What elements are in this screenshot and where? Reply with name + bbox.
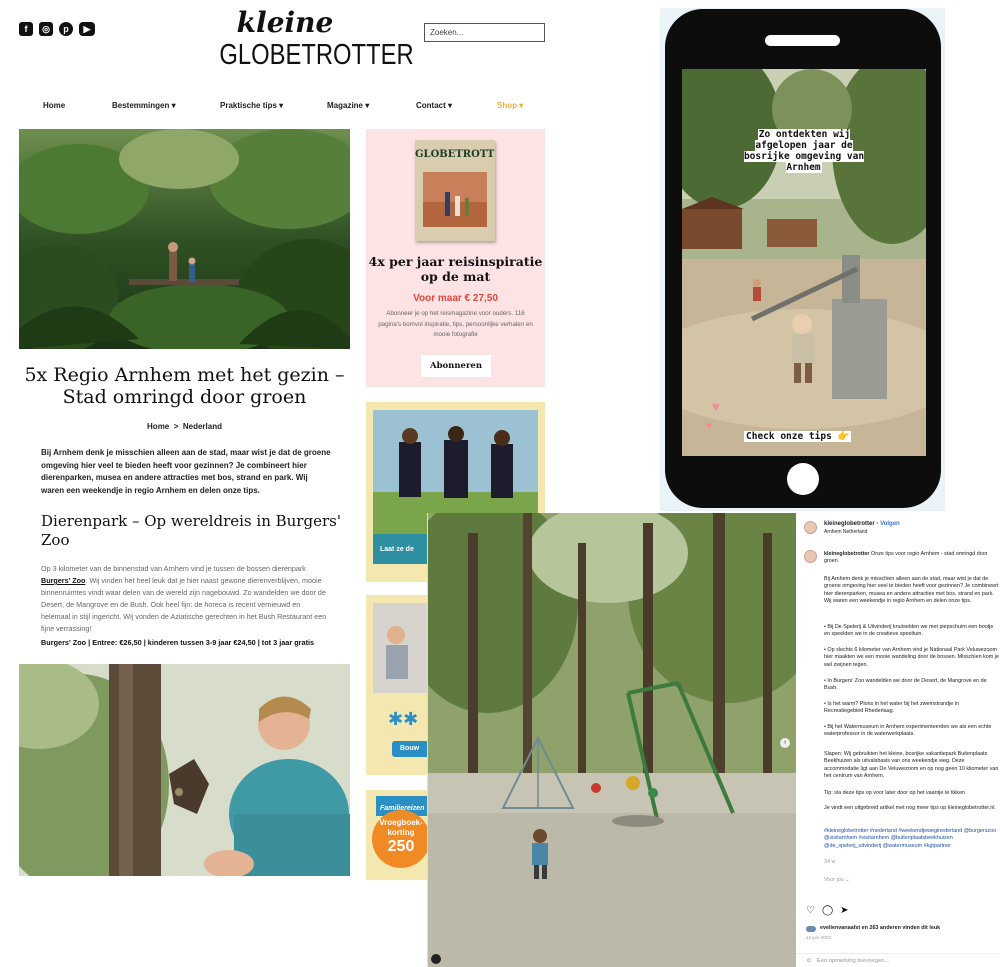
svg-text:♥: ♥	[712, 399, 720, 414]
comment-input[interactable]: ☺ Een opmerking toevoegen...	[796, 953, 1000, 967]
section-body: Op 3 kilometer van de binnenstad van Arn…	[41, 563, 331, 635]
comment-icon[interactable]: ◯	[822, 905, 833, 916]
phone-speaker	[765, 35, 840, 46]
logo-bottom: GLOBETROTTER	[219, 39, 414, 71]
liker-avatars	[806, 926, 816, 932]
caption-username[interactable]: kleineglobetrotter	[824, 551, 870, 557]
instagram-icon[interactable]: ◎	[39, 22, 53, 36]
social-icons: f ◎ p ▶	[19, 22, 95, 36]
nav-praktische-tips[interactable]: Praktische tips ▾	[220, 101, 283, 110]
phone-home-button[interactable]	[787, 463, 819, 495]
likes-count[interactable]: evelienvanaafst en 263 anderen vinden di…	[820, 925, 995, 932]
magazine-cover[interactable]: GLOBETROTTER	[415, 140, 495, 241]
hero-image-boy-butterfly	[19, 664, 350, 876]
share-icon[interactable]: ➤	[840, 905, 848, 916]
post-age: 34 w	[824, 859, 836, 865]
breadcrumb-current[interactable]: Nederland	[183, 422, 222, 431]
breadcrumb: Home > Nederland	[19, 422, 350, 431]
nav-shop[interactable]: Shop ▾	[497, 101, 523, 110]
nav-home[interactable]: Home	[43, 101, 65, 110]
caption-para1: Bij Arnhem denk je misschien alleen aan …	[824, 576, 999, 605]
caption-tip2: • Op slechts 6 kilometer van Arnhem vind…	[824, 647, 999, 668]
article-title: 5x Regio Arnhem met het gezin – Stad omr…	[24, 364, 345, 408]
post-actions: ♡ ◯ ➤	[806, 905, 849, 916]
story-text-line: Zo ontdekten wij afgelopen jaar de bosri…	[743, 129, 865, 173]
caption-hashtags[interactable]: #kleineglobetrotter #nederland #weekendj…	[824, 828, 999, 850]
magazine-promo: GLOBETROTTER 4x per jaar reisinspiratie …	[366, 129, 545, 387]
article-intro: Bij Arnhem denk je misschien alleen aan …	[41, 448, 331, 495]
caption-tip1: • Bij De Spelerij & Uitvinderij knutseld…	[824, 624, 994, 638]
instagram-post-panel: kleineglobetrotter • Volgen Arnhem Nethe…	[796, 513, 1000, 967]
svg-text:✱✱: ✱✱	[388, 709, 418, 730]
promo-price: Voor maar € 27,50	[413, 293, 498, 304]
post-date: 12 juni 2022	[806, 935, 832, 940]
breadcrumb-separator: >	[173, 422, 179, 431]
story-text: Zo ontdekten wij afgelopen jaar de bosri…	[734, 129, 874, 173]
pinterest-icon[interactable]: p	[59, 22, 73, 36]
svg-text:♥: ♥	[706, 420, 713, 432]
site-logo[interactable]: kleine GLOBETROTTER	[205, 6, 414, 72]
burst-line2: korting	[387, 828, 415, 837]
burgers-zoo-link[interactable]: Burgers' Zoo	[41, 576, 85, 585]
ad2-label: Bouw	[400, 745, 420, 752]
next-arrow-icon[interactable]: ›	[780, 738, 790, 748]
comment-placeholder: Een opmerking toevoegen...	[816, 958, 890, 964]
caption-tip4: • Is het warm? Plons in het water bij he…	[824, 701, 959, 715]
ad1-label: Laat ze de	[380, 546, 414, 553]
promo-text: Abonneer je op het reismagazine voor oud…	[378, 310, 533, 338]
burst-value: 250	[387, 838, 415, 855]
section-heading: Dierenpark – Op wereldreis in Burgers' Z…	[41, 512, 341, 549]
discount-burst: Vroegboek- korting 250	[372, 810, 430, 868]
avatar[interactable]	[804, 521, 817, 534]
hero-image-jungle	[19, 129, 350, 349]
caption-para2: Slapen: Wij gebruikten het kleine, bosri…	[824, 751, 999, 780]
promo-headline: 4x per jaar reisinspiratie op de mat	[368, 254, 543, 284]
breadcrumb-home[interactable]: Home	[147, 422, 169, 431]
youtube-icon[interactable]: ▶	[79, 22, 95, 36]
instagram-post: › kleineglobetrotter • Volgen Arnhem Net…	[427, 513, 1000, 967]
instagram-story-screen[interactable]: ♥ ♥ Zo ontdekten wij afgelopen jaar de b…	[682, 69, 926, 456]
logo-top: kleine	[236, 6, 334, 39]
post-location[interactable]: Arnhem Netherland	[824, 529, 999, 536]
phone-frame: ♥ ♥ Zo ontdekten wij afgelopen jaar de b…	[665, 9, 941, 508]
caption-para4: Je vindt een uitgebreid artikel met nog …	[824, 805, 996, 811]
main-nav: Home Bestemmingen ▾ Praktische tips ▾ Ma…	[20, 101, 540, 115]
body-text-a: Op 3 kilometer van de binnenstad van Arn…	[41, 564, 306, 573]
caption-tip3: • In Burgers' Zoo wandelden we door de D…	[824, 678, 987, 692]
subscribe-button[interactable]: Abonneren	[421, 355, 491, 377]
follow-button[interactable]: Volgen	[880, 521, 900, 527]
caption-avatar[interactable]	[804, 550, 817, 563]
nav-magazine[interactable]: Magazine ▾	[327, 101, 369, 110]
heart-icon[interactable]: ♡	[806, 905, 815, 916]
search-input[interactable]: Zoeken...	[424, 23, 545, 42]
nav-contact[interactable]: Contact ▾	[416, 101, 452, 110]
magazine-cover-title: GLOBETROTTER	[415, 149, 495, 160]
emoji-icon[interactable]: ☺	[806, 958, 812, 964]
nav-bestemmingen[interactable]: Bestemmingen ▾	[112, 101, 176, 110]
instagram-post-photo[interactable]: ›	[428, 513, 796, 967]
translate-link[interactable]: Voor jou ⌄	[824, 877, 999, 884]
zoo-facts: Burgers' Zoo | Entree: €26,50 | kinderen…	[41, 638, 315, 647]
story-cta[interactable]: Check onze tips 👉	[744, 431, 852, 442]
username-link[interactable]: kleineglobetrotter	[824, 521, 875, 527]
caption-title: kleineglobetrotter Onze tips voor regio …	[824, 551, 999, 566]
burst-line1: Vroegboek-	[379, 818, 423, 827]
post-header: kleineglobetrotter • Volgen	[824, 521, 900, 528]
caption-para3: Tip: sla deze tips op voor later door op…	[824, 790, 965, 796]
follow-separator: •	[876, 521, 879, 527]
facebook-icon[interactable]: f	[19, 22, 33, 36]
caption-tip5: • Bij het Watermuseum in Arnhem experime…	[824, 724, 992, 738]
